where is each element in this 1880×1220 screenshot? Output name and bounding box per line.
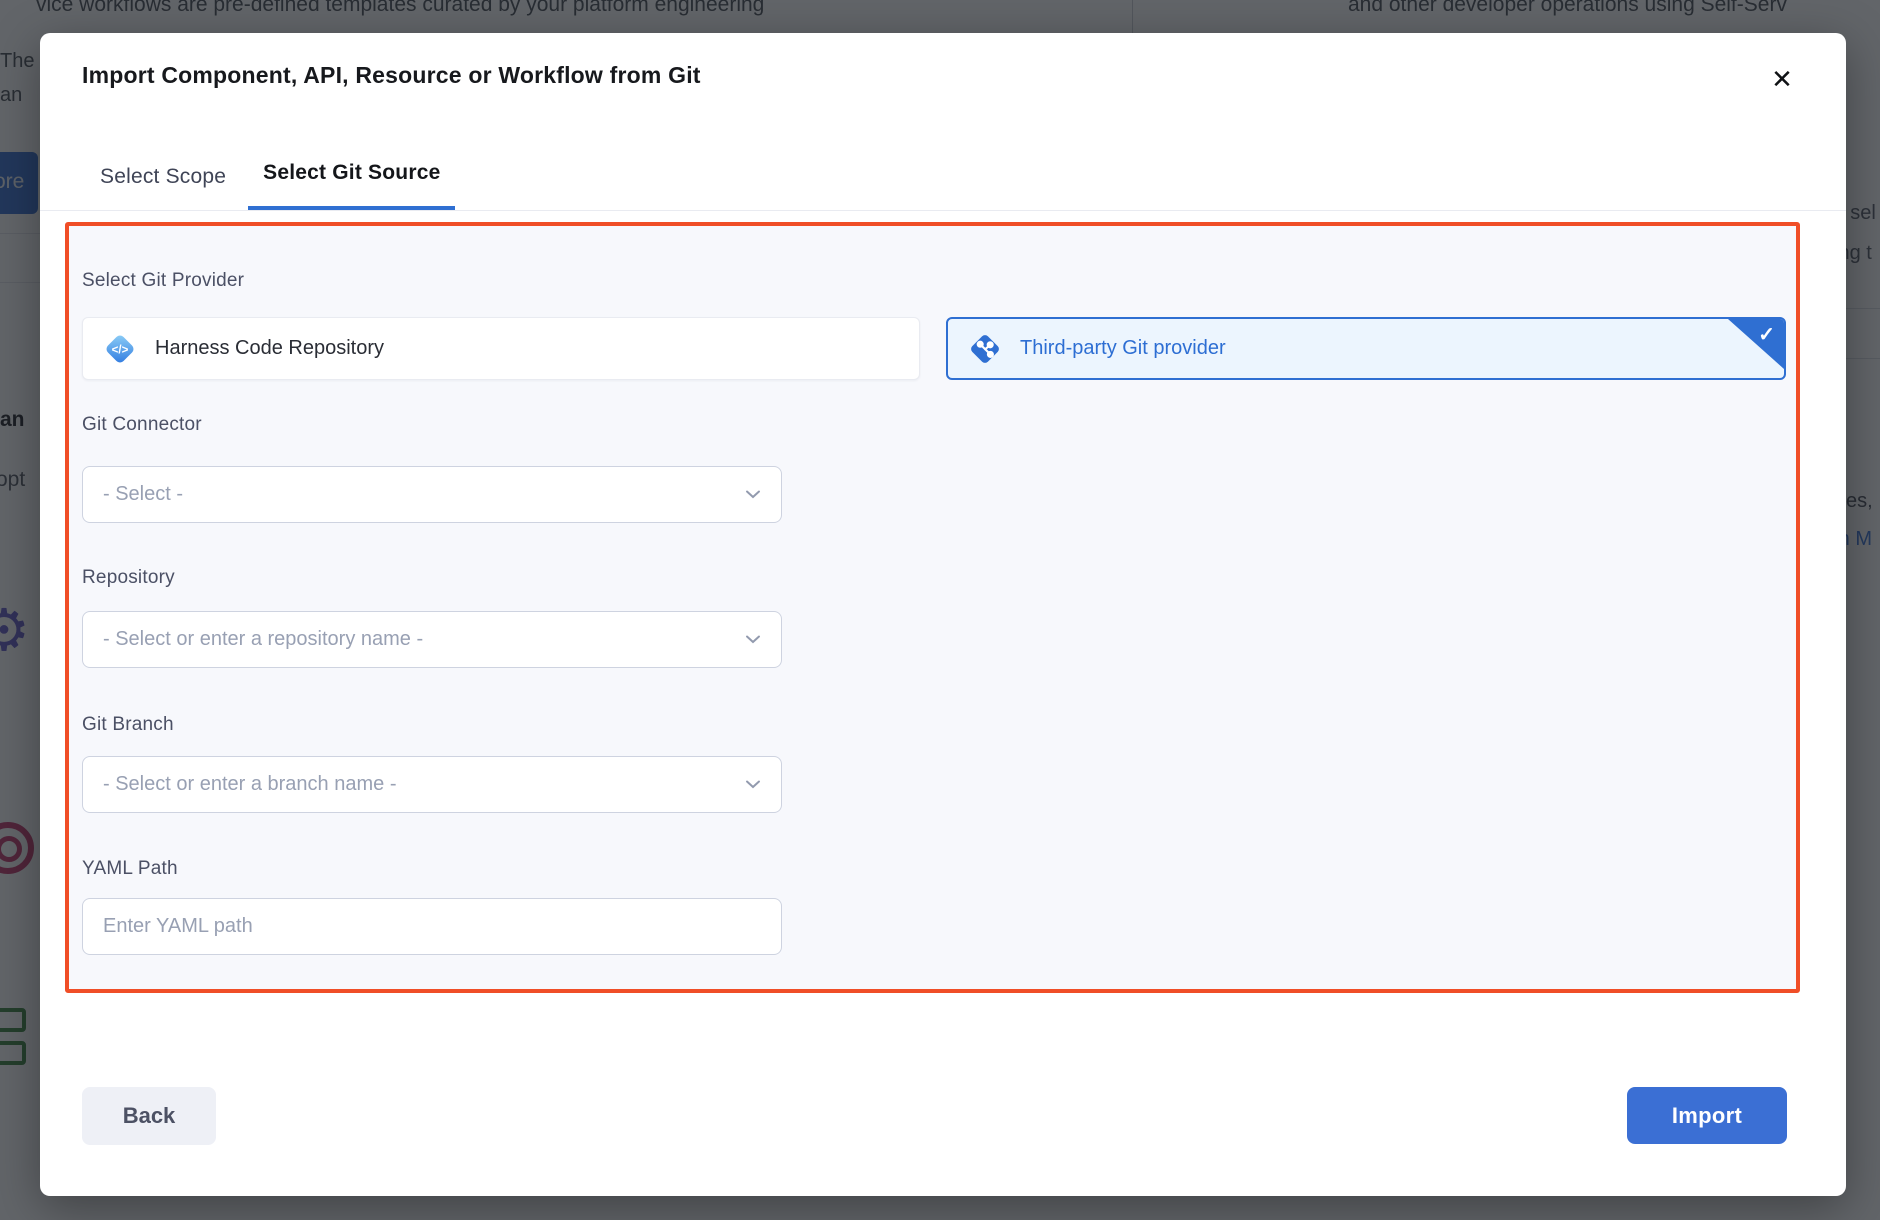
check-icon: ✓ (1758, 322, 1775, 347)
dialog-title: Import Component, API, Resource or Workf… (82, 62, 701, 89)
import-button[interactable]: Import (1627, 1087, 1787, 1144)
repository-placeholder: - Select or enter a repository name - (103, 628, 745, 651)
git-branch-select[interactable]: - Select or enter a branch name - (82, 756, 782, 813)
chevron-down-icon (745, 635, 761, 644)
tabs-divider (40, 210, 1846, 211)
git-connector-label: Git Connector (82, 414, 202, 436)
yaml-path-field (82, 898, 782, 955)
git-icon (966, 330, 1004, 368)
tab-select-scope[interactable]: Select Scope (100, 159, 226, 210)
highlighted-form-region: Select Git Provider </> Harness Code Rep… (65, 222, 1800, 993)
selected-corner (1728, 319, 1784, 369)
back-button[interactable]: Back (82, 1087, 216, 1145)
git-connector-select[interactable]: - Select - (82, 466, 782, 523)
import-from-git-dialog: Import Component, API, Resource or Workf… (40, 33, 1846, 1196)
provider-card-harness[interactable]: </> Harness Code Repository (82, 317, 920, 380)
git-connector-placeholder: - Select - (103, 483, 745, 506)
yaml-path-label: YAML Path (82, 858, 178, 880)
chevron-down-icon (745, 490, 761, 499)
yaml-path-input[interactable] (103, 899, 761, 954)
svg-text:</>: </> (112, 344, 129, 356)
select-git-provider-label: Select Git Provider (82, 270, 244, 292)
repository-label: Repository (82, 567, 175, 589)
git-branch-placeholder: - Select or enter a branch name - (103, 773, 745, 796)
tab-select-git-source[interactable]: Select Git Source (248, 155, 455, 210)
harness-code-icon: </> (101, 330, 139, 368)
close-icon[interactable]: ✕ (1760, 57, 1804, 101)
provider-card-label: Harness Code Repository (155, 337, 384, 360)
chevron-down-icon (745, 780, 761, 789)
provider-card-label: Third-party Git provider (1020, 337, 1226, 360)
repository-select[interactable]: - Select or enter a repository name - (82, 611, 782, 668)
git-branch-label: Git Branch (82, 714, 174, 736)
dialog-tabs: Select Scope Select Git Source (100, 155, 455, 210)
git-provider-options: </> Harness Code Repository Third-party … (82, 317, 1786, 380)
provider-card-third-party[interactable]: Third-party Git provider ✓ (946, 317, 1786, 380)
